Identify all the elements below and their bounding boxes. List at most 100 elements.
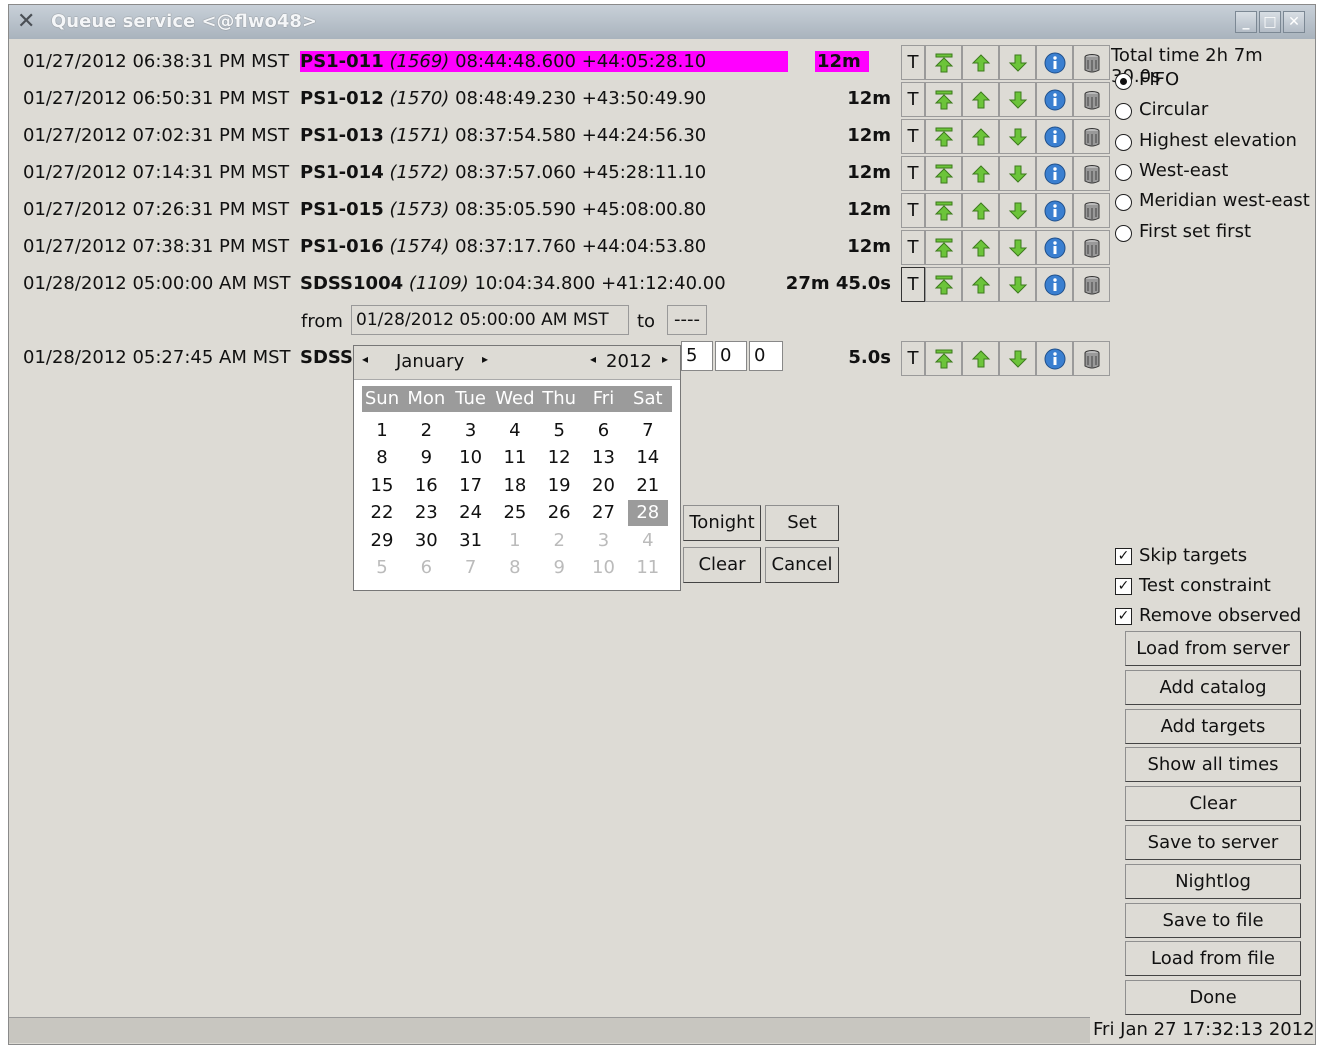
calendar-day[interactable]: 25 <box>495 500 535 526</box>
calendar-day[interactable]: 8 <box>495 555 535 581</box>
row-target[interactable]: PS1-015 (1573) 08:35:05.590 +45:08:00.80 <box>300 199 706 220</box>
add-targets-button[interactable]: Add targets <box>1125 708 1301 744</box>
top-button[interactable] <box>925 341 962 376</box>
calendar-cancel-button[interactable]: Cancel <box>765 547 839 583</box>
calendar-day[interactable]: 12 <box>539 445 579 471</box>
up-button[interactable] <box>962 82 999 117</box>
trash-button[interactable] <box>1073 230 1110 265</box>
calendar-day[interactable]: 15 <box>362 473 402 499</box>
next-year-icon[interactable]: ▸ <box>662 352 668 366</box>
top-button[interactable] <box>925 82 962 117</box>
option-checkbox[interactable]: ✓ Test constraint <box>1115 575 1315 601</box>
maximize-button[interactable]: □ <box>1259 11 1281 33</box>
calendar-day[interactable]: 3 <box>584 528 624 554</box>
calendar-day[interactable]: 3 <box>451 418 491 444</box>
tonight-button[interactable]: Tonight <box>683 505 761 541</box>
calendar-day[interactable]: 18 <box>495 473 535 499</box>
down-button[interactable] <box>999 45 1036 80</box>
down-button[interactable] <box>999 267 1036 302</box>
trash-button[interactable] <box>1073 193 1110 228</box>
calendar-day[interactable]: 20 <box>584 473 624 499</box>
info-button[interactable] <box>1036 341 1073 376</box>
queue-row[interactable]: 01/27/2012 07:38:31 PM MST PS1-016 (1574)… <box>15 228 1110 265</box>
calendar-day[interactable]: 11 <box>495 445 535 471</box>
option-checkbox[interactable]: ✓ Skip targets <box>1115 545 1315 571</box>
up-button[interactable] <box>962 267 999 302</box>
close-button[interactable]: ✕ <box>1283 11 1305 33</box>
calendar-day[interactable]: 16 <box>406 473 446 499</box>
load-from-file-button[interactable]: Load from file <box>1125 941 1301 977</box>
queue-row[interactable]: 01/27/2012 06:38:31 PM MST PS1-011 (1569)… <box>15 43 1110 80</box>
calendar-day[interactable]: 17 <box>451 473 491 499</box>
up-button[interactable] <box>962 193 999 228</box>
calendar-day[interactable]: 10 <box>451 445 491 471</box>
title-bar[interactable]: ✕ Queue service <@flwo48> _ □ ✕ <box>9 5 1315 39</box>
sort-option-radio[interactable]: First set first <box>1115 221 1315 247</box>
calendar-day[interactable]: 24 <box>451 500 491 526</box>
down-button[interactable] <box>999 230 1036 265</box>
calendar-day[interactable]: 26 <box>539 500 579 526</box>
calendar-day[interactable]: 23 <box>406 500 446 526</box>
nightlog-button[interactable]: Nightlog <box>1125 863 1301 899</box>
up-button[interactable] <box>962 230 999 265</box>
top-button[interactable] <box>925 156 962 191</box>
info-button[interactable] <box>1036 156 1073 191</box>
clear-button[interactable]: Clear <box>1125 786 1301 822</box>
sort-option-radio[interactable]: West-east <box>1115 160 1315 186</box>
down-button[interactable] <box>999 119 1036 154</box>
calendar-day[interactable]: 6 <box>406 555 446 581</box>
queue-row[interactable]: 01/27/2012 06:50:31 PM MST PS1-012 (1570)… <box>15 80 1110 117</box>
calendar-day[interactable]: 14 <box>628 445 668 471</box>
prev-month-icon[interactable]: ◂ <box>362 352 368 366</box>
row-target[interactable]: PS1-013 (1571) 08:37:54.580 +44:24:56.30 <box>300 125 706 146</box>
up-button[interactable] <box>962 119 999 154</box>
calendar-day[interactable]: 5 <box>539 418 579 444</box>
trash-button[interactable] <box>1073 82 1110 117</box>
up-button[interactable] <box>962 45 999 80</box>
toggle-t-button[interactable]: T <box>901 45 925 80</box>
trash-button[interactable] <box>1073 267 1110 302</box>
down-button[interactable] <box>999 156 1036 191</box>
calendar-day[interactable]: 31 <box>451 528 491 554</box>
toggle-t-button[interactable]: T <box>901 119 925 154</box>
row-target[interactable]: PS1-016 (1574) 08:37:17.760 +44:04:53.80 <box>300 236 706 257</box>
calendar-day[interactable]: 29 <box>362 528 402 554</box>
info-button[interactable] <box>1036 230 1073 265</box>
queue-row[interactable]: 01/28/2012 05:00:00 AM MST SDSS1004 (1109… <box>15 265 1110 302</box>
minimize-button[interactable]: _ <box>1235 11 1257 33</box>
top-button[interactable] <box>925 119 962 154</box>
calendar-day[interactable]: 13 <box>584 445 624 471</box>
calendar-day[interactable]: 27 <box>584 500 624 526</box>
queue-row[interactable]: 01/27/2012 07:26:31 PM MST PS1-015 (1573)… <box>15 191 1110 228</box>
calendar-day[interactable]: 21 <box>628 473 668 499</box>
set-button[interactable]: Set <box>765 505 839 541</box>
row-target[interactable]: PS1-014 (1572) 08:37:57.060 +45:28:11.10 <box>300 162 706 183</box>
toggle-t-button[interactable]: T <box>901 193 925 228</box>
calendar-day[interactable]: 9 <box>406 445 446 471</box>
calendar-clear-button[interactable]: Clear <box>683 547 761 583</box>
calendar-day[interactable]: 10 <box>584 555 624 581</box>
from-date-field[interactable]: 01/28/2012 05:00:00 AM MST <box>351 305 629 335</box>
load-from-server-button[interactable]: Load from server <box>1125 631 1301 666</box>
trash-button[interactable] <box>1073 341 1110 376</box>
sort-option-radio[interactable]: FIFO <box>1115 69 1315 95</box>
sort-option-radio[interactable]: Circular <box>1115 99 1315 125</box>
show-all-times-button[interactable]: Show all times <box>1125 747 1301 783</box>
calendar-day[interactable]: 22 <box>362 500 402 526</box>
calendar-day[interactable]: 7 <box>628 418 668 444</box>
row-target[interactable]: PS1-011 (1569) 08:44:48.600 +44:05:28.10 <box>300 51 788 72</box>
queue-row[interactable]: 01/27/2012 07:02:31 PM MST PS1-013 (1571)… <box>15 117 1110 154</box>
info-button[interactable] <box>1036 45 1073 80</box>
toggle-t-button[interactable]: T <box>901 82 925 117</box>
row-target[interactable]: SDSS1004 (1109) 10:04:34.800 +41:12:40.0… <box>300 273 726 294</box>
trash-button[interactable] <box>1073 45 1110 80</box>
done-button[interactable]: Done <box>1125 980 1301 1016</box>
add-catalog-button[interactable]: Add catalog <box>1125 669 1301 705</box>
minute-field[interactable]: 0 <box>715 341 747 371</box>
calendar-day[interactable]: 2 <box>406 418 446 444</box>
calendar-day[interactable]: 8 <box>362 445 402 471</box>
next-month-icon[interactable]: ▸ <box>482 352 488 366</box>
toggle-t-button[interactable]: T <box>901 341 925 376</box>
calendar-day[interactable]: 11 <box>628 555 668 581</box>
calendar-day[interactable]: 7 <box>451 555 491 581</box>
